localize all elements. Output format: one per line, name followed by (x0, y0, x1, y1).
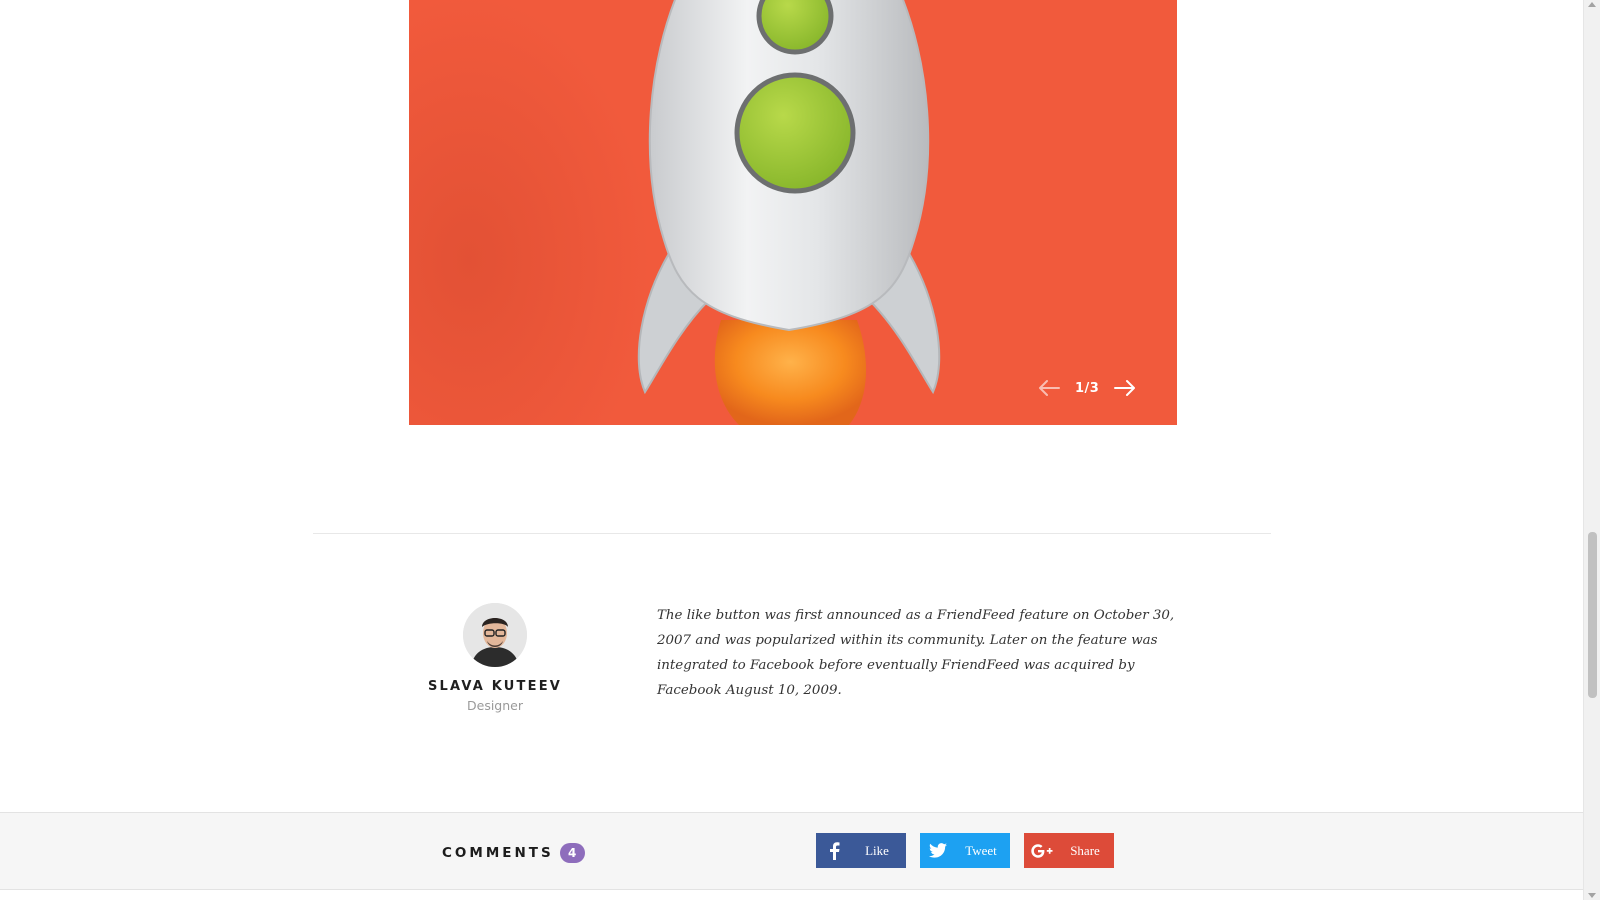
twitter-tweet-button[interactable]: Tweet (920, 833, 1010, 868)
section-divider (313, 533, 1271, 534)
google-plus-share-label: Share (1070, 842, 1100, 858)
scrollbar-thumb[interactable] (1588, 532, 1597, 698)
google-plus-share-button[interactable]: Share (1024, 833, 1114, 868)
slider-navigation: 1/3 (1037, 376, 1137, 400)
scroll-down-arrow-icon[interactable] (1588, 893, 1596, 898)
facebook-icon (816, 833, 852, 868)
slide-counter: 1/3 (1075, 380, 1100, 396)
facebook-like-label: Like (865, 842, 889, 858)
twitter-tweet-label: Tweet (965, 842, 997, 858)
comments-link[interactable]: COMMENTS 4 (442, 843, 585, 863)
vertical-scrollbar[interactable] (1583, 0, 1600, 900)
author-role: Designer (467, 698, 523, 713)
hero-slider: 1/3 (409, 0, 1177, 425)
author-card: SLAVA KUTEEV Designer (410, 603, 580, 713)
arrow-left-icon[interactable] (1037, 378, 1061, 398)
post-footer-bar: COMMENTS 4 Like Tweet Share (0, 812, 1583, 890)
arrow-right-icon[interactable] (1113, 378, 1137, 398)
google-plus-icon (1024, 833, 1060, 868)
author-quote: The like button was first announced as a… (657, 608, 1175, 698)
rocket-balloon-image (637, 0, 941, 425)
facebook-like-button[interactable]: Like (816, 833, 906, 868)
twitter-icon (920, 833, 956, 868)
comments-label: COMMENTS (442, 845, 554, 861)
avatar[interactable] (463, 603, 527, 667)
avatar-portrait-icon (463, 603, 527, 667)
scroll-up-arrow-icon[interactable] (1588, 2, 1596, 7)
author-name: SLAVA KUTEEV (427, 679, 563, 694)
comments-count-badge: 4 (559, 843, 585, 863)
